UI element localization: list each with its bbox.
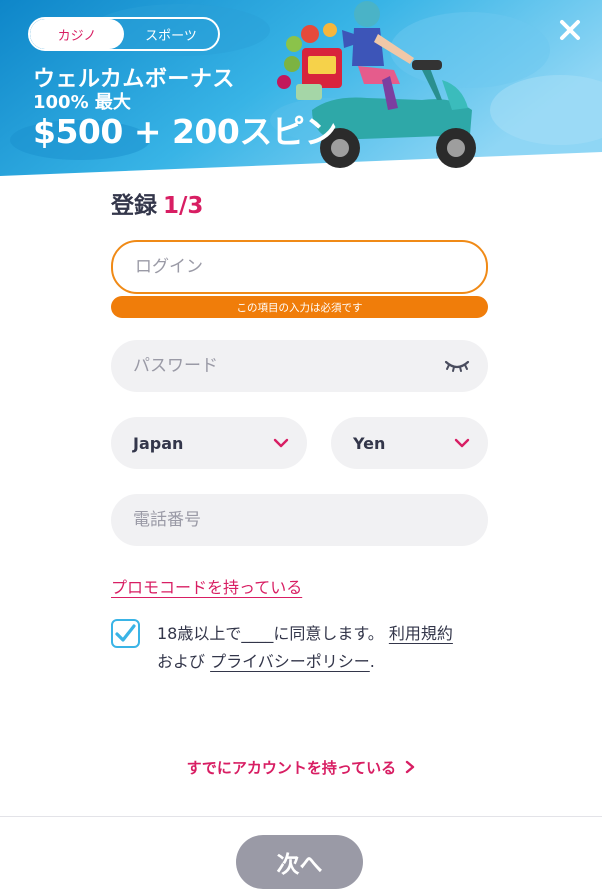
form-title: 登録 1/3 <box>111 186 203 220</box>
promo-banner: カジノ スポーツ ウェルカムボーナス 100% 最大 $500 + 200スピン <box>0 0 602 182</box>
promo-line-3: $500 + 200スピン <box>33 112 337 151</box>
terms-and: および <box>157 652 206 671</box>
footer-divider <box>0 816 602 817</box>
terms-text: 18歳以上で____に同意します。 利用規約 および プライバシーポリシー. <box>157 620 497 676</box>
next-button[interactable]: 次へ <box>236 835 363 889</box>
login-error-message: この項目の入力は必須です <box>111 296 488 318</box>
password-input[interactable] <box>111 340 488 392</box>
have-account-label: すでにアカウントを持っている <box>186 759 397 777</box>
close-icon[interactable] <box>556 16 584 44</box>
currency-value: Yen <box>353 433 386 453</box>
privacy-policy-link[interactable]: プライバシーポリシー <box>210 652 370 671</box>
checkmark-icon <box>115 624 136 642</box>
password-field[interactable] <box>111 340 488 392</box>
welcome-bonus-text: ウェルカムボーナス 100% 最大 $500 + 200スピン <box>33 67 337 151</box>
tab-casino[interactable]: カジノ <box>30 19 124 49</box>
currency-select[interactable]: Yen <box>331 417 488 469</box>
promo-line-2: 100% 最大 <box>33 92 131 113</box>
terms-checkbox[interactable] <box>111 619 140 648</box>
form-step-indicator: 1/3 <box>163 193 204 219</box>
country-value: Japan <box>133 433 184 453</box>
registration-page: カジノ スポーツ ウェルカムボーナス 100% 最大 $500 + 200スピン… <box>0 0 602 893</box>
terms-end: . <box>369 652 375 671</box>
login-field[interactable] <box>111 240 488 294</box>
country-select[interactable]: Japan <box>111 417 307 469</box>
tab-sports[interactable]: スポーツ <box>124 19 218 49</box>
chevron-right-icon <box>406 760 415 774</box>
promo-code-link[interactable]: プロモコードを持っている <box>111 574 302 598</box>
phone-field[interactable] <box>111 494 488 546</box>
have-account-link[interactable]: すでにアカウントを持っている <box>0 757 602 778</box>
eye-closed-icon[interactable] <box>444 356 470 376</box>
chevron-down-icon <box>273 438 289 448</box>
terms-of-use-link[interactable]: 利用規約 <box>389 624 453 643</box>
terms-prefix: 18歳以上で____に同意します。 <box>157 624 384 643</box>
phone-input[interactable] <box>111 494 488 546</box>
chevron-down-icon <box>454 438 470 448</box>
form-title-label: 登録 <box>111 193 157 219</box>
login-input[interactable] <box>113 242 486 292</box>
promo-line-1: ウェルカムボーナス <box>33 67 235 92</box>
product-toggle: カジノ スポーツ <box>28 17 220 51</box>
